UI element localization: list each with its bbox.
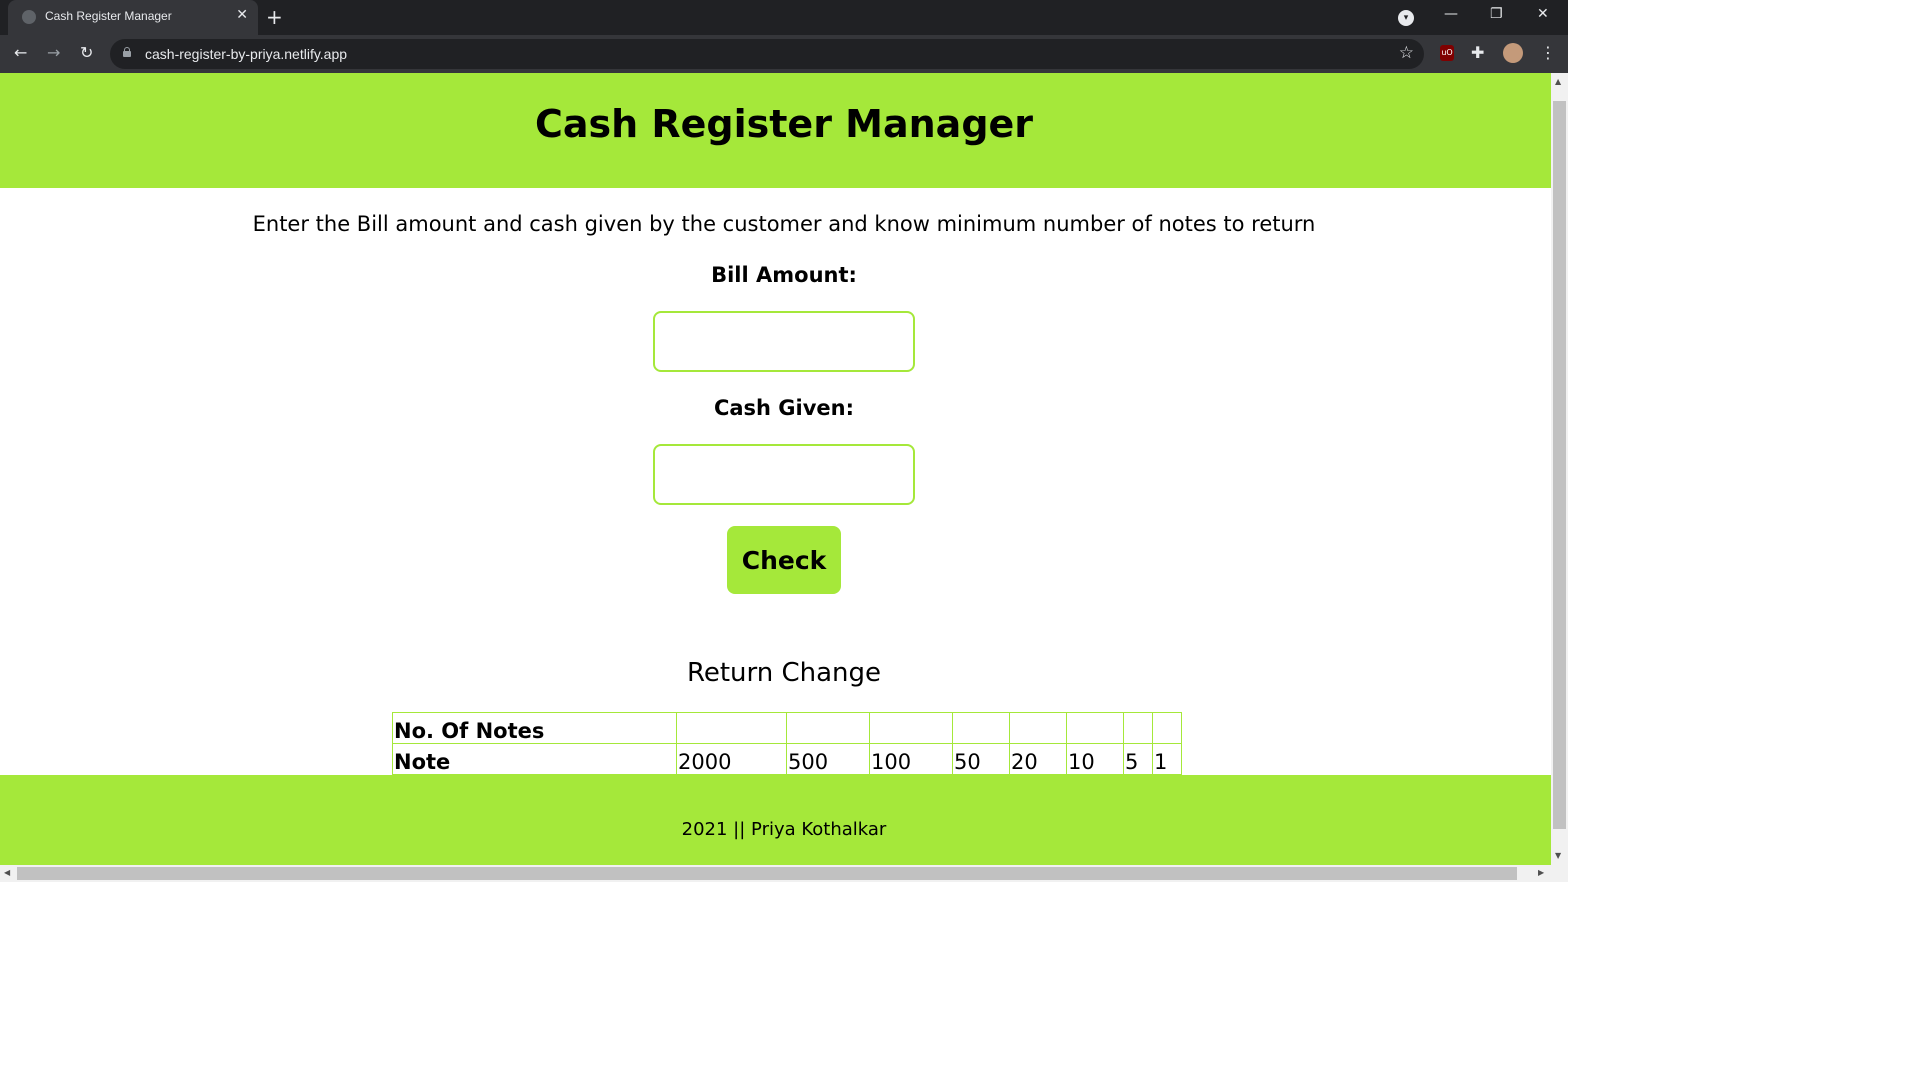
tab-search-icon[interactable]: ▾: [1398, 10, 1414, 26]
cash-given-input[interactable]: [653, 444, 915, 505]
tab-bar: Cash Register Manager ✕ + ▾ — ❐ ✕: [0, 0, 1568, 35]
reload-icon[interactable]: ↻: [80, 43, 93, 62]
lock-icon[interactable]: [123, 47, 131, 57]
bill-amount-label: Bill Amount:: [711, 263, 857, 287]
page-viewport: Cash Register Manager Enter the Bill amo…: [0, 73, 1551, 865]
no-of-notes-header: No. Of Notes: [392, 712, 677, 744]
return-change-title: Return Change: [686, 658, 882, 688]
notes-count-cell: [786, 712, 870, 744]
restore-icon[interactable]: ❐: [1490, 6, 1503, 22]
url-text[interactable]: cash-register-by-priya.netlify.app: [145, 46, 347, 62]
scroll-left-icon[interactable]: ◀: [4, 868, 10, 877]
scroll-up-icon[interactable]: ▲: [1555, 77, 1561, 86]
tab-close-icon[interactable]: ✕: [236, 7, 248, 23]
note-header: Note: [392, 743, 677, 775]
scroll-down-icon[interactable]: ▼: [1555, 851, 1561, 860]
minimize-icon[interactable]: —: [1444, 6, 1458, 22]
page-footer: 2021 || Priya Kothalkar: [0, 775, 1551, 865]
scroll-right-icon[interactable]: ▶: [1538, 868, 1544, 877]
browser-toolbar: ← → ↻ cash-register-by-priya.netlify.app…: [0, 35, 1568, 73]
horizontal-scroll-thumb[interactable]: [17, 867, 1517, 880]
vertical-scroll-thumb[interactable]: [1553, 101, 1566, 829]
globe-icon: [22, 10, 36, 24]
menu-icon[interactable]: ⋮: [1540, 43, 1556, 62]
notes-count-cell: [1123, 712, 1153, 744]
notes-count-cell: [952, 712, 1010, 744]
bill-amount-input[interactable]: [653, 311, 915, 372]
table-row: No. Of Notes: [392, 712, 1182, 744]
notes-count-cell: [676, 712, 787, 744]
note-value-cell: 10: [1066, 743, 1124, 775]
star-icon[interactable]: ☆: [1399, 43, 1414, 63]
horizontal-scrollbar[interactable]: ◀ ▶: [0, 865, 1568, 882]
instructions-text: Enter the Bill amount and cash given by …: [252, 212, 1316, 236]
check-button[interactable]: Check: [727, 526, 841, 594]
new-tab-icon[interactable]: +: [266, 5, 283, 29]
notes-count-cell: [1152, 712, 1182, 744]
page-title: Cash Register Manager: [534, 102, 1034, 146]
cash-given-label: Cash Given:: [713, 396, 855, 420]
back-icon[interactable]: ←: [14, 43, 27, 62]
change-table: No. Of Notes Note 2000 500 100 50 20 10 …: [392, 712, 1182, 775]
browser-tab[interactable]: Cash Register Manager ✕: [8, 0, 258, 35]
notes-count-cell: [1066, 712, 1124, 744]
vertical-scrollbar[interactable]: ▲ ▼: [1551, 73, 1568, 865]
note-value-cell: 2000: [676, 743, 787, 775]
avatar[interactable]: [1503, 43, 1523, 63]
table-row: Note 2000 500 100 50 20 10 5 1: [392, 743, 1182, 775]
tab-title: Cash Register Manager: [45, 9, 172, 23]
extensions-icon[interactable]: ✚: [1471, 43, 1484, 62]
note-value-cell: 20: [1009, 743, 1067, 775]
note-value-cell: 1: [1152, 743, 1182, 775]
notes-count-cell: [1009, 712, 1067, 744]
forward-icon[interactable]: →: [47, 43, 60, 62]
ublock-icon[interactable]: uO: [1440, 45, 1454, 61]
notes-count-cell: [869, 712, 953, 744]
note-value-cell: 500: [786, 743, 870, 775]
footer-text: 2021 || Priya Kothalkar: [681, 819, 887, 840]
address-bar[interactable]: cash-register-by-priya.netlify.app ☆: [110, 39, 1424, 69]
note-value-cell: 5: [1123, 743, 1153, 775]
note-value-cell: 50: [952, 743, 1010, 775]
note-value-cell: 100: [869, 743, 953, 775]
close-icon[interactable]: ✕: [1537, 6, 1549, 22]
